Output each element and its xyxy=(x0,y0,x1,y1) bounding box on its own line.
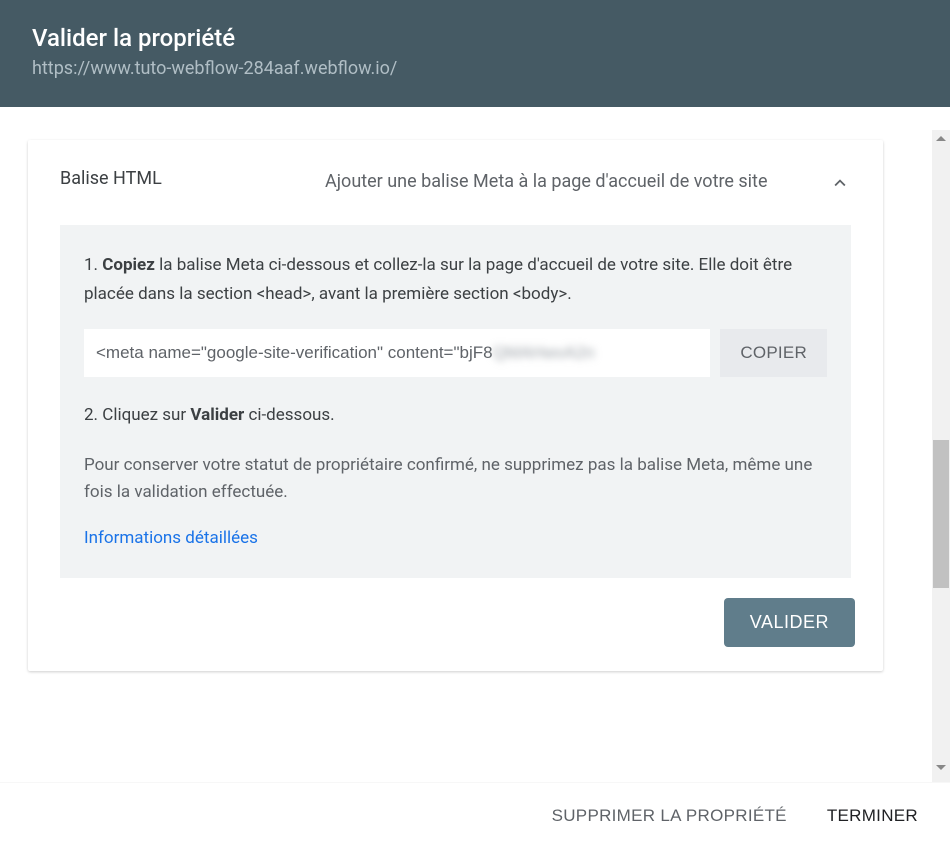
scrollbar-thumb[interactable] xyxy=(933,440,949,588)
verification-method-card: Balise HTML Ajouter une balise Meta à la… xyxy=(28,140,883,671)
method-header[interactable]: Balise HTML Ajouter une balise Meta à la… xyxy=(28,140,883,225)
method-name: Balise HTML xyxy=(60,168,325,189)
scrollbar-arrow-up[interactable] xyxy=(932,130,950,160)
property-url: https://www.tuto-webflow-284aaf.webflow.… xyxy=(32,58,918,79)
dialog-footer: SUPPRIMER LA PROPRIÉTÉ TERMINER xyxy=(0,782,950,848)
scrollbar-arrow-down[interactable] xyxy=(936,765,946,770)
scrollbar-track[interactable] xyxy=(932,160,950,782)
dialog-header: Valider la propriété https://www.tuto-we… xyxy=(0,0,950,107)
meta-tag-value[interactable]: <meta name="google-site-verification" co… xyxy=(84,329,710,377)
retention-note: Pour conserver votre statut de propriéta… xyxy=(84,452,827,506)
method-description: Ajouter une balise Meta à la page d'accu… xyxy=(325,168,829,195)
step-2: 2. Cliquez sur Valider ci-dessous. xyxy=(84,401,827,430)
step-1: 1. Copiez la balise Meta ci-dessous et c… xyxy=(84,251,827,309)
done-button[interactable]: TERMINER xyxy=(827,806,918,826)
card-footer: VALIDER xyxy=(28,578,883,671)
method-instructions: 1. Copiez la balise Meta ci-dessous et c… xyxy=(60,225,851,578)
details-link[interactable]: Informations détaillées xyxy=(84,528,258,548)
validate-button[interactable]: VALIDER xyxy=(724,598,855,647)
copy-button[interactable]: COPIER xyxy=(720,329,827,377)
dialog-title: Valider la propriété xyxy=(32,24,918,52)
chevron-up-icon xyxy=(829,172,851,194)
delete-property-button[interactable]: SUPPRIMER LA PROPRIÉTÉ xyxy=(552,806,787,826)
meta-tag-row: <meta name="google-site-verification" co… xyxy=(84,329,827,377)
dialog-body-scroll: Balise HTML Ajouter une balise Meta à la… xyxy=(0,130,932,782)
